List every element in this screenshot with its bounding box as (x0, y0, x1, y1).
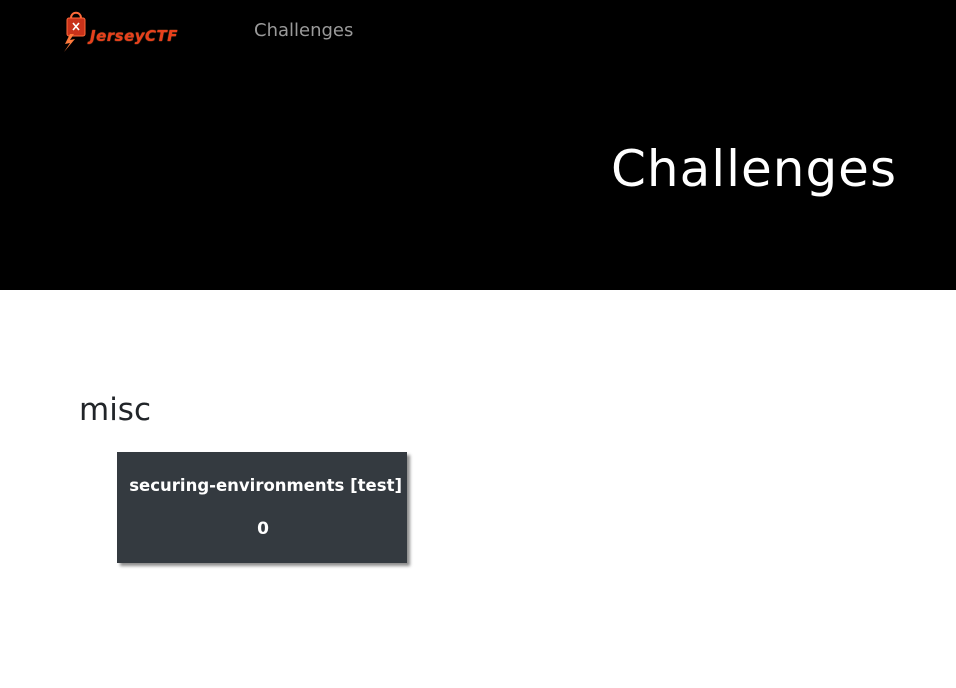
jerseyctf-logo[interactable]: JerseyCTF (62, 8, 226, 52)
page-header-banner: Challenges (0, 64, 956, 290)
nav-link-challenges[interactable]: Challenges (254, 20, 353, 41)
challenge-button[interactable]: securing-environments [test] 0 (117, 452, 407, 563)
top-navbar: JerseyCTF Challenges (0, 0, 956, 64)
challenge-name: securing-environments [test] (129, 476, 402, 495)
category-title-misc: misc (79, 392, 152, 428)
page-title: Challenges (610, 140, 897, 198)
logo-wordmark: JerseyCTF (90, 27, 179, 45)
challenge-points: 0 (257, 519, 269, 539)
shopping-bag-lightning-icon (64, 11, 86, 52)
